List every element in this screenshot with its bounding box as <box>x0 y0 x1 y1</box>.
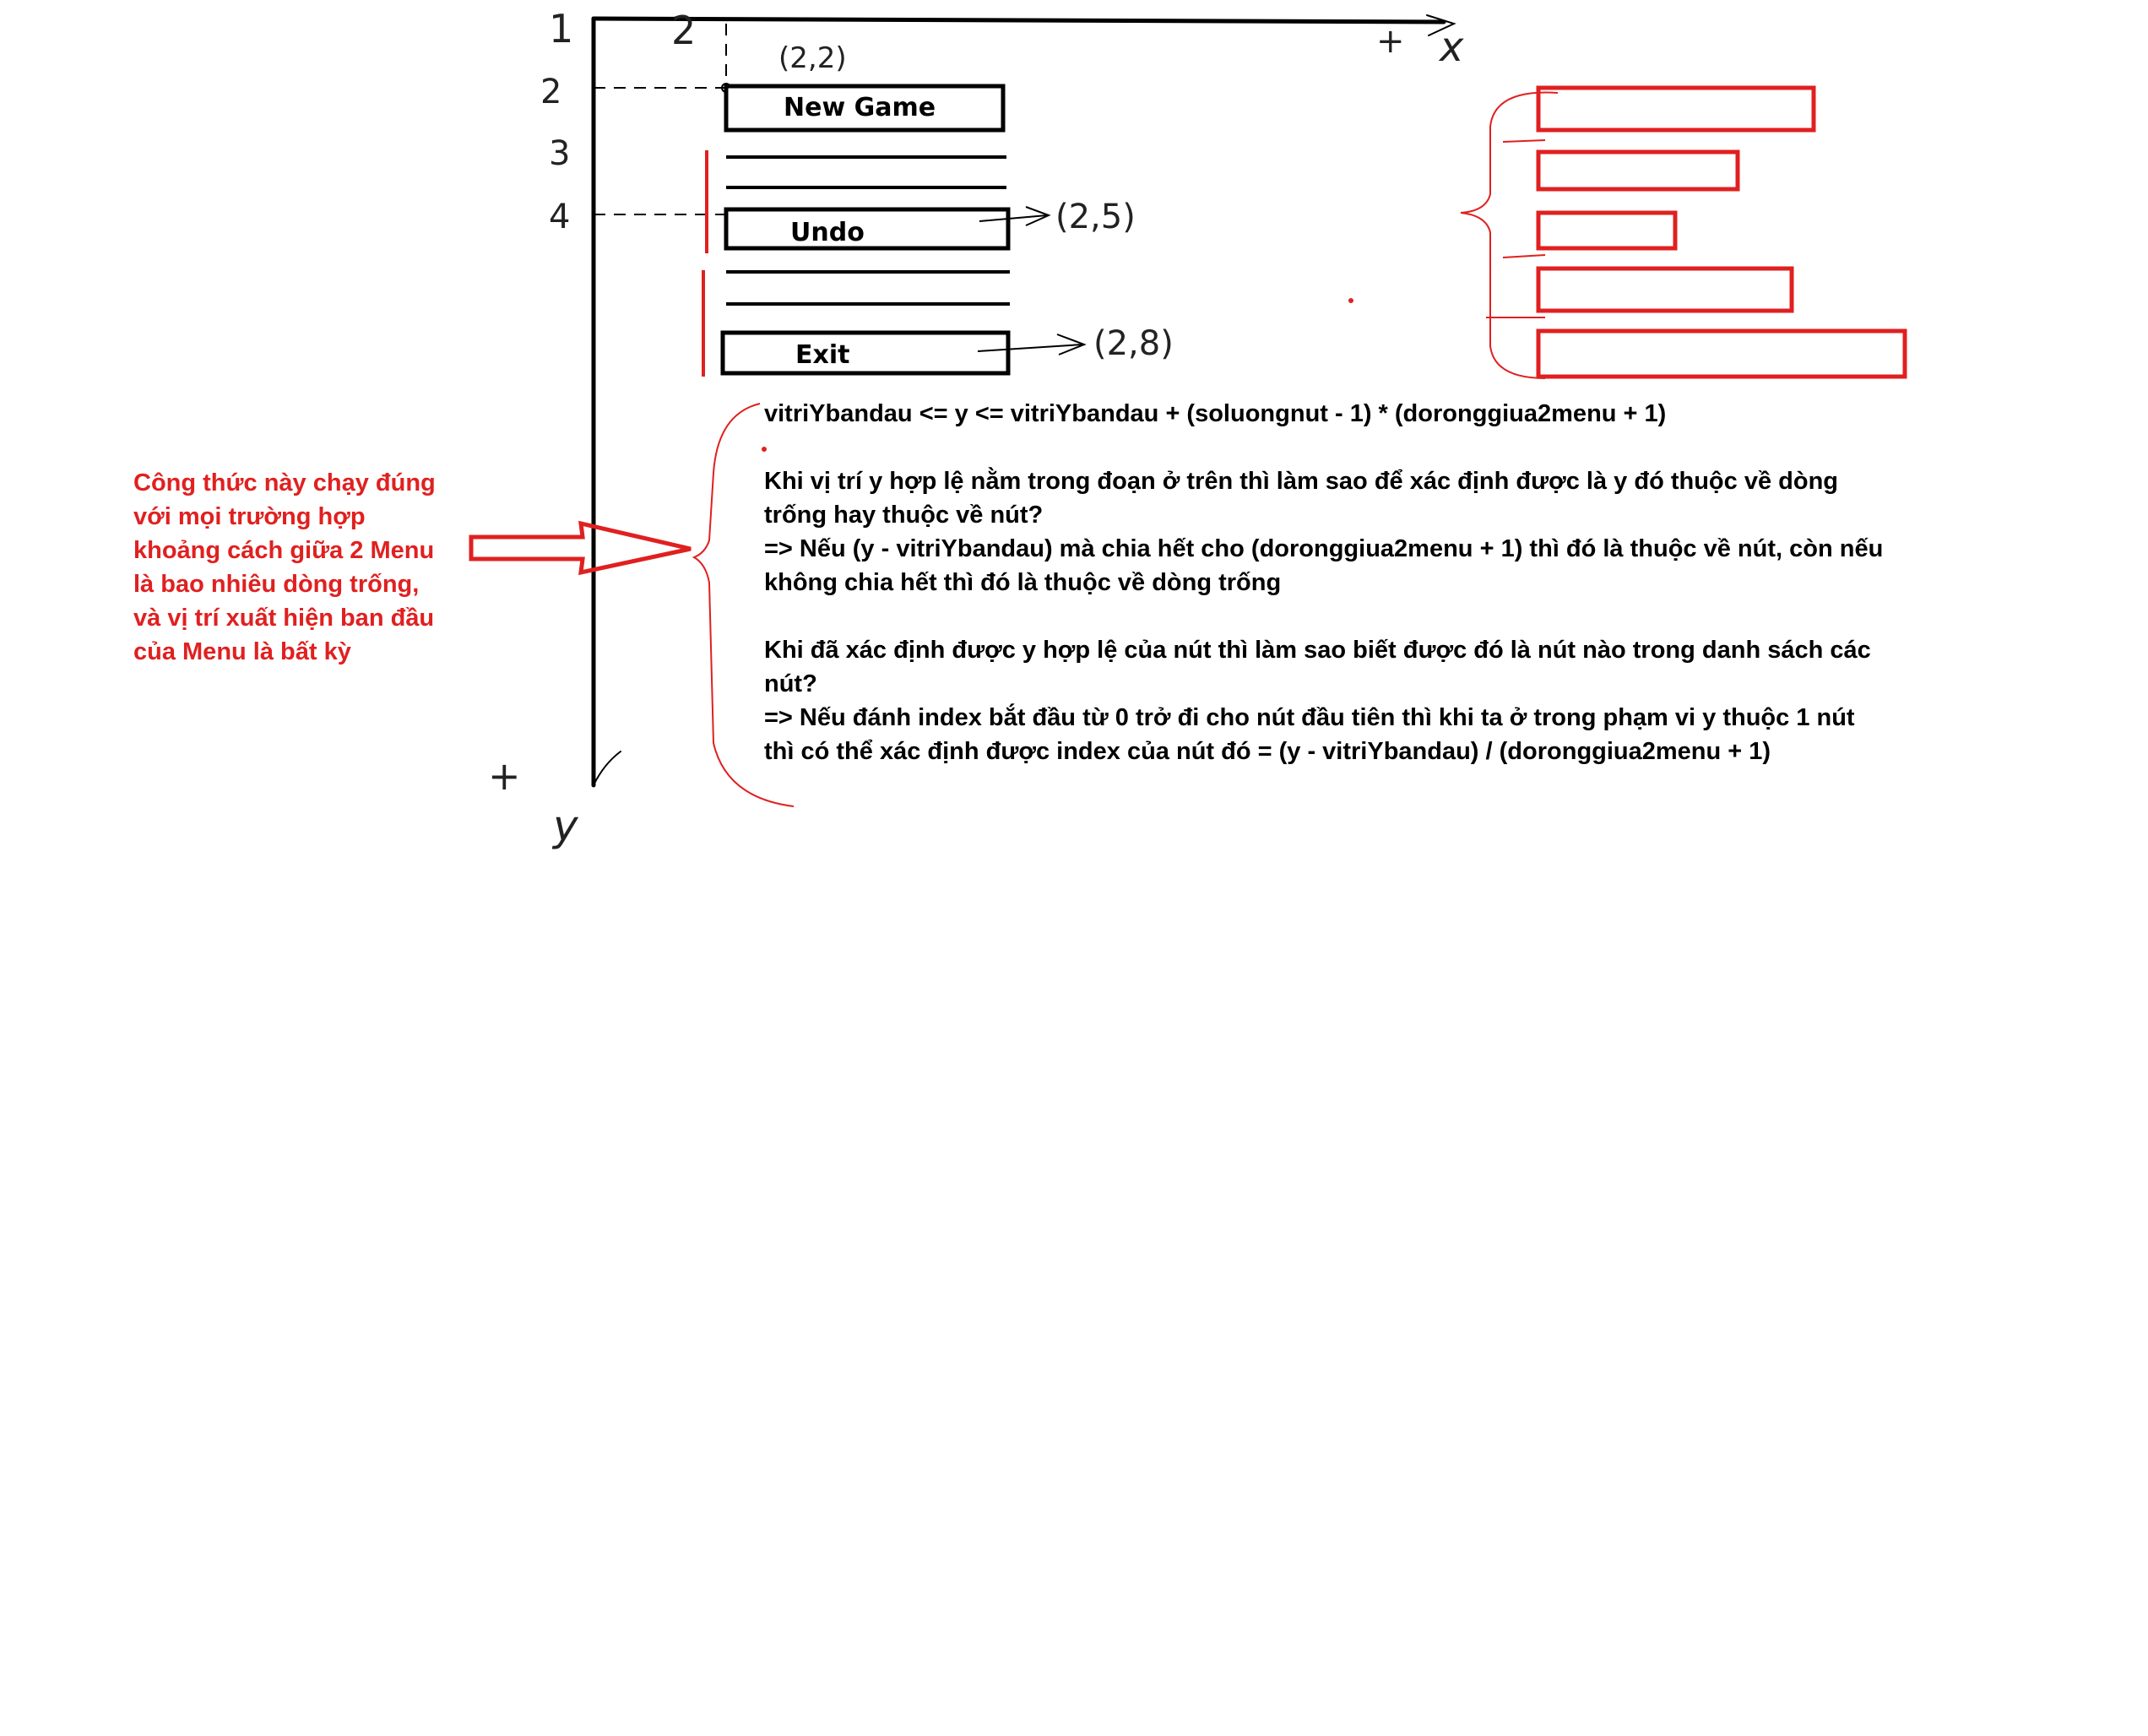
answer-2: => Nếu đánh index bắt đầu từ 0 trở đi ch… <box>764 704 1855 765</box>
red-note: Công thức này chạy đúng với mọi trường h… <box>133 469 436 665</box>
undo-label: Undo <box>790 218 865 247</box>
brace-tick <box>1502 254 1546 258</box>
coord-exit: (2,8) <box>1093 324 1174 363</box>
y-axis-arrowhead <box>593 751 621 786</box>
x-axis-line <box>591 16 1446 24</box>
new-game-label: New Game <box>784 93 936 122</box>
tick-x-2: 2 <box>671 8 696 53</box>
question-1: Khi vị trí y hợp lệ nằm trong đoạn ở trê… <box>764 468 1839 529</box>
tick-y-4: 4 <box>549 198 570 236</box>
exit-button[interactable] <box>720 330 1011 376</box>
red-box <box>1536 149 1740 192</box>
diagram-canvas: 1 2 + x (2,2) 2 3 4 (2,5) (2,8) + y New … <box>469 6 1907 850</box>
red-box <box>1536 328 1907 379</box>
formula-range: vitriYbandau <= y <= vitriYbandau + (sol… <box>764 400 1667 427</box>
coord-undo: (2,5) <box>1055 198 1136 236</box>
plus-y: + <box>488 753 521 799</box>
question-2: Khi đã xác định được y hợp lệ của nút th… <box>764 637 1871 697</box>
axis-y-label: y <box>551 801 579 850</box>
red-brace-right <box>1460 91 1559 379</box>
exit-label: Exit <box>795 340 849 370</box>
answer-1: => Nếu (y - vitriYbandau) mà chia hết ch… <box>764 535 1884 596</box>
brace-tick <box>1502 139 1546 143</box>
big-red-arrow <box>469 520 692 576</box>
tick-y-3: 3 <box>549 134 570 173</box>
tick-x-1: 1 <box>549 6 573 52</box>
red-box <box>1536 85 1816 133</box>
menu-mockup: New Game Undo Exit <box>702 84 1011 377</box>
formula-text-block: vitriYbandau <= y <= vitriYbandau + (sol… <box>764 397 1887 768</box>
undo-button[interactable] <box>724 207 1011 251</box>
red-box-group <box>1536 85 1907 379</box>
coord-new-game: (2,2) <box>778 41 847 75</box>
curly-brace <box>1460 91 1559 379</box>
red-dot <box>1348 298 1353 303</box>
red-box <box>1536 266 1794 313</box>
plus-x: + <box>1376 22 1405 61</box>
red-box <box>1536 210 1678 251</box>
tick-y-2: 2 <box>540 73 561 111</box>
axis-x-label: x <box>1438 24 1464 71</box>
